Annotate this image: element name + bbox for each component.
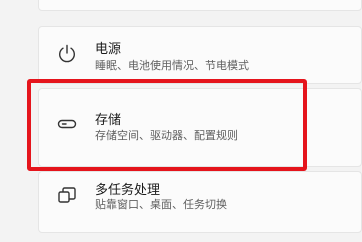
settings-item-multitasking[interactable]: 多任务处理 贴靠窗口、桌面、任务切换 [38, 171, 362, 233]
settings-item-power[interactable]: 电源 睡眠、电池使用情况、节电模式 [38, 26, 362, 84]
settings-item-partial[interactable] [38, 0, 362, 11]
settings-item-subtitle: 睡眠、电池使用情况、节电模式 [95, 59, 249, 72]
storage-drive-icon [55, 112, 79, 136]
power-icon [55, 42, 79, 66]
settings-item-storage[interactable]: 存储 存储空间、驱动器、配置规则 [38, 88, 362, 167]
multitasking-icon [55, 183, 79, 207]
settings-item-subtitle: 存储空间、驱动器、配置规则 [95, 129, 238, 142]
settings-item-subtitle: 贴靠窗口、桌面、任务切换 [95, 198, 227, 211]
settings-item-title: 存储 [95, 113, 122, 128]
settings-item-title: 电源 [95, 42, 122, 57]
settings-page: 电源 睡眠、电池使用情况、节电模式 存储 存储空间、驱动器、配置规则 多任务处理… [0, 0, 362, 242]
